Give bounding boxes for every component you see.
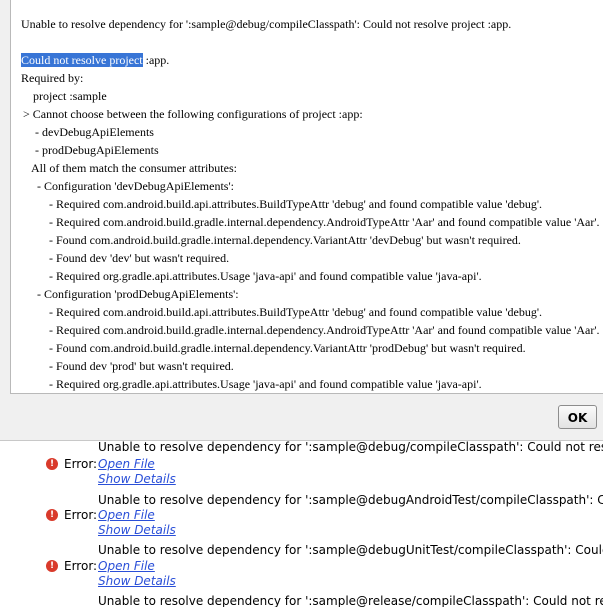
required-by: Required by: <box>21 71 84 85</box>
show-details-link[interactable]: Show Details <box>98 574 176 588</box>
config2-detail: - Required com.android.build.api.attribu… <box>49 305 543 319</box>
error-icon: ! <box>46 458 58 470</box>
config-list-item: - prodDebugApiElements <box>35 143 159 157</box>
config2-header: - Configuration 'prodDebugApiElements': <box>37 287 239 301</box>
messages-panel: Unable to resolve dependency for ':sampl… <box>0 440 603 607</box>
show-details-link[interactable]: Show Details <box>98 523 176 537</box>
cannot-choose-line: > Cannot choose between the following co… <box>23 107 363 121</box>
error-icon: ! <box>46 560 58 572</box>
config1-detail: - Found dev 'dev' but wasn't required. <box>49 251 230 265</box>
selected-line: Could not resolve project :app. <box>21 53 169 67</box>
config1-detail: - Found com.android.build.gradle.interna… <box>49 233 521 247</box>
config-list-item: - devDebugApiElements <box>35 125 154 139</box>
config2-detail: - Found dev 'prod' but wasn't required. <box>49 359 234 373</box>
message-text: Unable to resolve dependency for ':sampl… <box>98 493 603 507</box>
config2-detail: - Found com.android.build.gradle.interna… <box>49 341 526 355</box>
ok-button[interactable]: OK <box>558 405 597 429</box>
project-line: project :sample <box>33 89 107 103</box>
message-text: Unable to resolve dependency for ':sampl… <box>98 440 603 454</box>
message-text: Unable to resolve dependency for ':sampl… <box>98 543 603 557</box>
after-selection: :app. <box>142 53 170 67</box>
open-file-link[interactable]: Open File <box>98 457 155 471</box>
config1-header: - Configuration 'devDebugApiElements': <box>37 179 234 193</box>
config1-detail: - Required com.android.build.api.attribu… <box>49 197 543 211</box>
error-icon: ! <box>46 509 58 521</box>
config1-detail: - Required com.android.build.gradle.inte… <box>49 215 600 229</box>
config2-detail: - Required com.android.build.gradle.inte… <box>49 323 600 337</box>
show-details-link[interactable]: Show Details <box>98 472 176 486</box>
config1-detail: - Required org.gradle.api.attributes.Usa… <box>49 269 482 283</box>
header-line: Unable to resolve dependency for ':sampl… <box>21 17 512 31</box>
details-text-area[interactable]: Unable to resolve dependency for ':sampl… <box>10 0 603 394</box>
config2-detail: - Required org.gradle.api.attributes.Usa… <box>49 377 482 391</box>
selected-text: Could not resolve project <box>21 53 143 67</box>
error-label: Error: <box>64 559 98 573</box>
error-label: Error: <box>64 508 98 522</box>
message-text: Unable to resolve dependency for ':sampl… <box>98 594 603 607</box>
match-line: All of them match the consumer attribute… <box>31 161 237 175</box>
open-file-link[interactable]: Open File <box>98 508 155 522</box>
open-file-link[interactable]: Open File <box>98 559 155 573</box>
error-label: Error: <box>64 457 98 471</box>
error-details-dialog: Unable to resolve dependency for ':sampl… <box>0 0 603 441</box>
